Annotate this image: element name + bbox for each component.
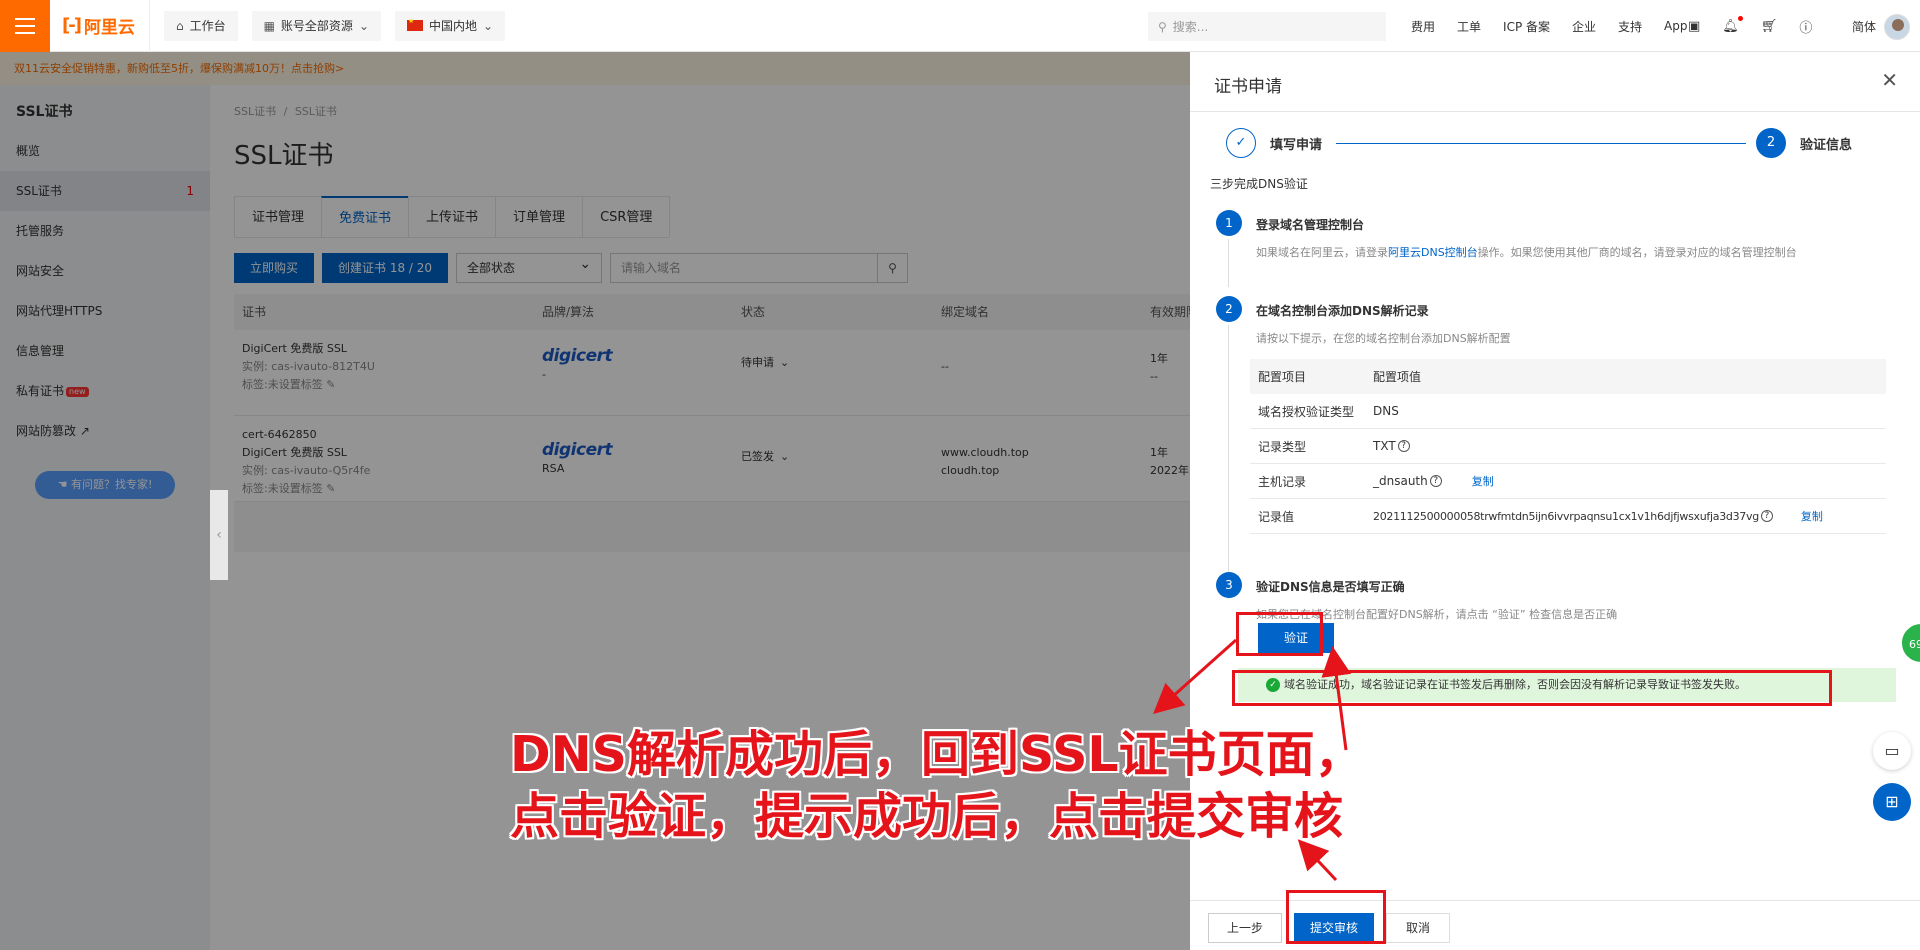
dns-key: 记录类型 [1258, 439, 1307, 454]
copy-value-button[interactable]: 复制 [1801, 508, 1823, 524]
chat-icon[interactable]: ▭ [1873, 732, 1911, 770]
question-icon[interactable]: ? [1429, 475, 1442, 487]
check-icon: ✓ [1226, 128, 1256, 158]
section-desc: 如果域名在阿里云，请登录阿里云DNS控制台操作。如果您使用其他厂商的域名，请登录… [1256, 244, 1797, 260]
step1-label: 填写申请 [1270, 138, 1323, 153]
section-desc: 请按以下提示，在您的域名控制台添加DNS解析配置 [1256, 332, 1511, 345]
top-bar: [-]阿里云 ⌂ 工作台 ▦ 账号全部资源 ⌄ 中国内地 ⌄ ⚲ 搜索... 费用 工单 … [0, 0, 1920, 52]
dns-key: 主机记录 [1258, 474, 1307, 489]
china-flag-icon [407, 17, 423, 31]
close-icon[interactable]: ✕ [1881, 68, 1898, 92]
steps: ✓ 填写申请 2 验证信息 [1226, 128, 1906, 162]
copy-host-button[interactable]: 复制 [1472, 473, 1494, 489]
annotation-text: DNS解析成功后，回到SSL证书页面， 点击验证，提示成功后，点击提交审核 [510, 724, 1364, 848]
section-line [1228, 325, 1229, 599]
search-icon: ⚲ [1158, 19, 1167, 34]
dns-value: TXT [1373, 439, 1396, 453]
drawer-header: 证书申请 ✕ [1190, 52, 1920, 112]
dns-value-cell: TXT? [1373, 439, 1886, 453]
drawer-subtitle: 三步完成DNS验证 [1210, 177, 1308, 191]
workbench-button[interactable]: ⌂ 工作台 [163, 10, 238, 41]
annotation-box-submit [1286, 890, 1386, 944]
desc-text: 如果域名在阿里云，请登录 [1256, 246, 1388, 259]
annotation-box-verify [1236, 612, 1323, 656]
link-icp[interactable]: ICP 备案 [1492, 18, 1561, 35]
dns-value-cell: _dnsauth? 复制 [1373, 473, 1886, 489]
col-header: 配置项值 [1373, 370, 1422, 384]
account-resources-label: 账号全部资源 [280, 19, 353, 33]
dns-config-table: 配置项目 配置项值 域名授权验证类型 DNS 记录类型 TXT? 主机记录 _d… [1250, 359, 1886, 534]
section-title: 验证DNS信息是否填写正确 [1256, 580, 1405, 594]
sidebar-collapse-handle[interactable]: ‹ [210, 490, 228, 580]
apps-icon[interactable]: ⊞ [1873, 783, 1911, 821]
table-header: 配置项目 配置项值 [1250, 359, 1886, 394]
annotation-box-success [1232, 670, 1832, 706]
top-links: 费用 工单 ICP 备案 企业 支持 App [1400, 0, 1699, 52]
menu-icon[interactable] [0, 0, 50, 52]
table-row: 记录类型 TXT? [1250, 429, 1886, 464]
region-label: 中国内地 [429, 19, 478, 33]
grid-icon: ▦ [263, 18, 275, 33]
avatar[interactable] [1884, 14, 1910, 40]
desc-text: 操作。如果您使用其他厂商的域名，请登录对应的域名管理控制台 [1477, 246, 1797, 259]
col-header: 配置项目 [1258, 370, 1307, 384]
dns-value-cell: DNS [1373, 404, 1886, 418]
home-icon: ⌂ [175, 18, 184, 33]
section-title: 登录域名管理控制台 [1256, 218, 1365, 232]
search-placeholder: 搜索... [1172, 20, 1209, 34]
table-row: 主机记录 _dnsauth? 复制 [1250, 464, 1886, 499]
dns-value: 2021112500000058trwfmtdn5ijn6ivvrpaqnsu1… [1373, 509, 1759, 523]
cart-icon[interactable]: 🛒︎ [1761, 19, 1778, 34]
section-number: 3 [1216, 572, 1242, 598]
logo-text: 阿里云 [83, 18, 135, 38]
region-dropdown[interactable]: 中国内地 ⌄ [395, 10, 506, 41]
language-switch[interactable]: 简体 [1852, 0, 1876, 52]
cancel-button[interactable]: 取消 [1386, 913, 1450, 943]
drawer-title: 证书申请 [1214, 77, 1282, 97]
account-resources-dropdown[interactable]: ▦ 账号全部资源 ⌄ [251, 10, 381, 41]
link-support[interactable]: 支持 [1607, 18, 1653, 35]
dns-value: DNS [1373, 404, 1399, 418]
dns-console-link[interactable]: 阿里云DNS控制台 [1388, 246, 1478, 259]
dns-value-cell: 2021112500000058trwfmtdn5ijn6ivvrpaqnsu1… [1373, 508, 1886, 524]
table-row: 域名授权验证类型 DNS [1250, 394, 1886, 429]
top-icons: ▣ 🔔︎ 🛒︎ ⓘ [1688, 0, 1812, 52]
dns-value: _dnsauth [1373, 474, 1428, 488]
global-search-input[interactable]: ⚲ 搜索... [1148, 12, 1386, 41]
section-number: 2 [1216, 296, 1242, 322]
chevron-down-icon: ⌄ [483, 18, 494, 33]
annotation-line: 点击验证，提示成功后，点击提交审核 [510, 788, 1344, 845]
annotation-line: DNS解析成功后，回到SSL证书页面， [510, 726, 1364, 783]
bell-icon[interactable]: 🔔︎ [1722, 15, 1743, 34]
chevron-down-icon: ⌄ [358, 18, 369, 33]
link-enterprise[interactable]: 企业 [1561, 18, 1607, 35]
dns-key: 域名授权验证类型 [1258, 404, 1355, 419]
link-fees[interactable]: 费用 [1400, 18, 1446, 35]
section-number: 1 [1216, 210, 1242, 236]
workbench-label: 工作台 [189, 19, 226, 33]
section-line [1228, 239, 1229, 287]
terminal-icon[interactable]: ▣ [1688, 19, 1700, 34]
question-icon[interactable]: ? [1397, 440, 1410, 452]
step2-number: 2 [1756, 128, 1786, 158]
section-title: 在域名控制台添加DNS解析记录 [1256, 304, 1429, 318]
step2-label: 验证信息 [1800, 138, 1853, 153]
help-icon[interactable]: ⓘ [1799, 17, 1812, 36]
dns-key: 记录值 [1258, 509, 1295, 524]
step-line [1336, 143, 1746, 144]
aliyun-logo[interactable]: [-] 阿里云 [50, 0, 150, 52]
link-tickets[interactable]: 工单 [1446, 18, 1492, 35]
table-row: 记录值 2021112500000058trwfmtdn5ijn6ivvrpaq… [1250, 499, 1886, 534]
question-icon[interactable]: ? [1760, 510, 1773, 522]
prev-step-button[interactable]: 上一步 [1208, 913, 1282, 943]
